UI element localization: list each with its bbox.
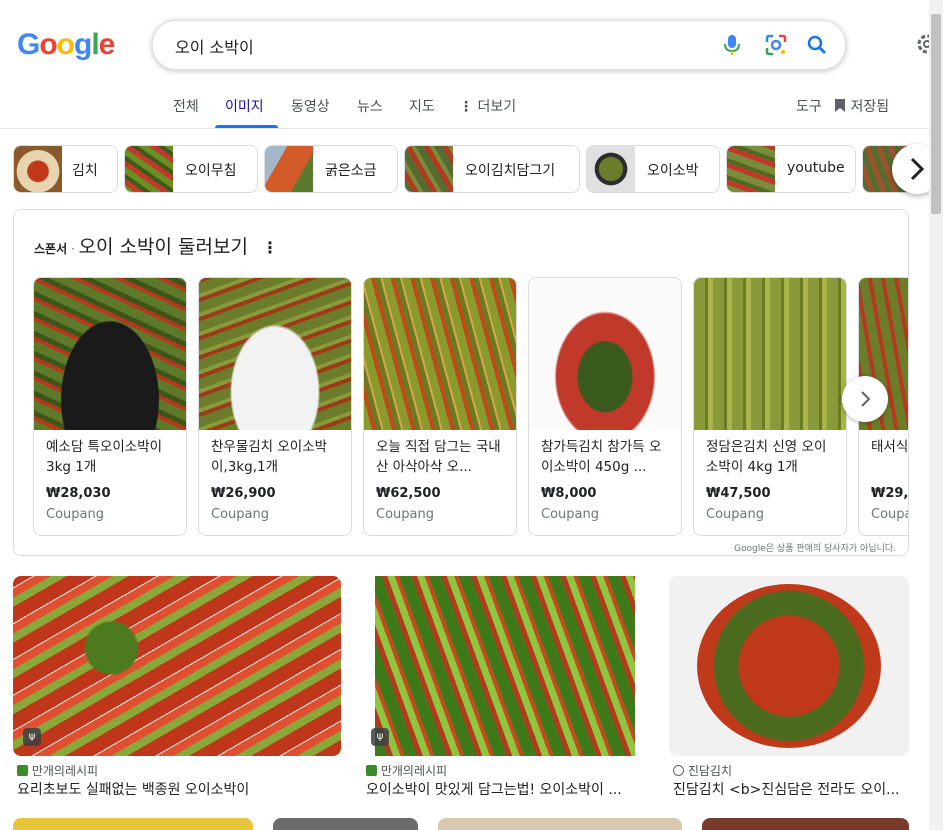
tab-news[interactable]: 뉴스 xyxy=(357,96,383,116)
google-logo[interactable]: Google xyxy=(17,28,115,62)
product-card[interactable]: 예소담 특오이소박이 3kg 1개 ₩28,030 Coupang xyxy=(33,277,187,536)
product-store: Coupang xyxy=(376,507,434,522)
tab-videos[interactable]: 동영상 xyxy=(291,96,330,116)
tab-maps[interactable]: 지도 xyxy=(409,96,435,116)
product-name: 예소담 특오이소박이 3kg 1개 xyxy=(46,439,163,475)
chip-thumbnail xyxy=(727,146,775,192)
product-card[interactable]: 참가득김치 참가득 오이소박이 450g ... ₩8,000 Coupang xyxy=(528,277,682,536)
chip-label: 오이무침 xyxy=(185,163,237,179)
chip-thumbnail xyxy=(265,146,313,192)
result-source-label: 만개의레시피 xyxy=(31,764,99,778)
result-source[interactable]: 진담김치 xyxy=(673,762,732,779)
product-name: 태서식 오이소 xyxy=(871,439,909,455)
result-photo xyxy=(375,576,635,756)
chip-label: 굵은소금 xyxy=(325,163,377,179)
result-title[interactable]: 오이소박이 맛있게 담그는법! 오이소박이 ... xyxy=(366,779,651,799)
tab-images[interactable]: 이미지 xyxy=(225,96,264,116)
microphone-icon[interactable] xyxy=(723,34,741,60)
chip-cucumber-sobak[interactable]: 오이소박 xyxy=(586,145,720,193)
product-store: Coupang xyxy=(706,507,764,522)
product-price: ₩62,500 xyxy=(376,486,441,501)
tab-more-label: 더보기 xyxy=(477,99,517,115)
chip-thumbnail xyxy=(125,146,173,192)
product-image xyxy=(694,278,846,430)
result-title[interactable]: 요리초보도 실패없는 백종원 오이소박이 xyxy=(17,779,347,799)
product-store: Coupang xyxy=(211,507,269,522)
panel-title: 스폰서 · 오이 소박이 둘러보기 ⋮ xyxy=(34,236,279,258)
chip-label: 오이김치담그기 xyxy=(465,163,556,179)
result-image[interactable] xyxy=(438,818,682,830)
result-image[interactable]: ψ xyxy=(13,576,341,756)
chip-kimchi[interactable]: 김치 xyxy=(13,145,118,193)
chevron-right-icon xyxy=(861,391,871,407)
chip-label: 오이소박 xyxy=(647,163,699,179)
result-source-label: 만개의레시피 xyxy=(380,764,448,778)
search-icon[interactable] xyxy=(806,34,828,60)
chip-youtube[interactable]: youtube xyxy=(726,145,856,193)
sponsored-panel: 스폰서 · 오이 소박이 둘러보기 ⋮ 예소담 특오이소박이 3kg 1개 ₩2… xyxy=(13,209,909,556)
product-price: ₩26,900 xyxy=(211,486,276,501)
chip-thumbnail xyxy=(587,146,635,192)
lens-icon[interactable] xyxy=(765,34,787,60)
product-name: 참가득김치 참가득 오이소박이 450g ... xyxy=(541,439,662,475)
result-source-label: 진담김치 xyxy=(687,764,732,778)
product-store: Coupang xyxy=(541,507,599,522)
chip-thumbnail xyxy=(405,146,453,192)
active-tab-indicator xyxy=(215,125,278,128)
chip-cucumber-salad[interactable]: 오이무침 xyxy=(124,145,258,193)
product-store: Coupa xyxy=(871,507,909,522)
product-name: 찬우물김치 오이소박이,3kg,1개 xyxy=(211,439,328,475)
product-image xyxy=(199,278,351,430)
recipe-badge-icon: ψ xyxy=(371,728,389,746)
chip-cucumber-kimchi-making[interactable]: 오이김치담그기 xyxy=(404,145,580,193)
site-favicon-icon xyxy=(366,765,377,776)
search-tabs: 전체 이미지 동영상 뉴스 지도 ⋮ 더보기 도구 저장됨 xyxy=(0,86,943,129)
site-favicon-icon xyxy=(17,765,28,776)
result-image[interactable] xyxy=(669,576,909,756)
result-source[interactable]: 만개의레시피 xyxy=(17,762,98,779)
chip-coarse-salt[interactable]: 굵은소금 xyxy=(264,145,398,193)
product-price: ₩29,7 xyxy=(871,486,909,501)
globe-icon xyxy=(673,765,684,776)
product-name: 정담은김치 신영 오이소박이 4kg 1개 xyxy=(706,439,827,475)
result-source[interactable]: 만개의레시피 xyxy=(366,762,447,779)
product-image xyxy=(364,278,516,430)
product-store: Coupang xyxy=(46,507,104,522)
tab-more[interactable]: ⋮ 더보기 xyxy=(459,96,516,116)
product-card[interactable]: 찬우물김치 오이소박이,3kg,1개 ₩26,900 Coupang xyxy=(198,277,352,536)
panel-heading: 오이 소박이 둘러보기 xyxy=(78,236,248,258)
search-input[interactable]: 오이 소박이 xyxy=(175,34,254,58)
chip-thumbnail xyxy=(14,146,62,192)
product-image xyxy=(34,278,186,430)
more-vert-icon[interactable]: ⋮ xyxy=(262,238,278,257)
result-photo xyxy=(697,584,881,748)
tab-all[interactable]: 전체 xyxy=(173,96,199,116)
product-name: 오늘 직접 담그는 국내산 아삭아삭 오... xyxy=(376,439,501,475)
bookmark-icon xyxy=(835,99,845,112)
recipe-badge-icon: ψ xyxy=(23,728,41,746)
product-card[interactable]: 오늘 직접 담그는 국내산 아삭아삭 오... ₩62,500 Coupang xyxy=(363,277,517,536)
product-price: ₩47,500 xyxy=(706,486,771,501)
result-image[interactable]: ψ xyxy=(361,576,649,756)
saved-label: 저장됨 xyxy=(850,99,890,115)
result-title[interactable]: 진담김치 <b>진심담은 전라도 오이... xyxy=(673,779,908,799)
product-price: ₩28,030 xyxy=(46,486,111,501)
result-image[interactable] xyxy=(13,818,253,830)
panel-next-button[interactable] xyxy=(842,376,888,422)
sponsored-tag: 스폰서 xyxy=(34,242,68,256)
scrollbar-thumb[interactable] xyxy=(931,14,941,214)
result-image[interactable] xyxy=(273,818,418,830)
product-image xyxy=(529,278,681,430)
disclaimer: Google은 상품 판매의 당사자가 아닙니다. xyxy=(734,544,896,554)
product-price: ₩8,000 xyxy=(541,486,597,501)
result-image[interactable] xyxy=(702,818,909,830)
product-card[interactable]: 정담은김치 신영 오이소박이 4kg 1개 ₩47,500 Coupang xyxy=(693,277,847,536)
tools-button[interactable]: 도구 xyxy=(796,96,822,116)
chip-label: youtube xyxy=(787,160,845,176)
search-box[interactable]: 오이 소박이 xyxy=(152,20,846,70)
chip-label: 김치 xyxy=(72,163,98,179)
saved-button[interactable]: 저장됨 xyxy=(834,96,889,116)
more-vert-icon: ⋮ xyxy=(459,99,473,115)
